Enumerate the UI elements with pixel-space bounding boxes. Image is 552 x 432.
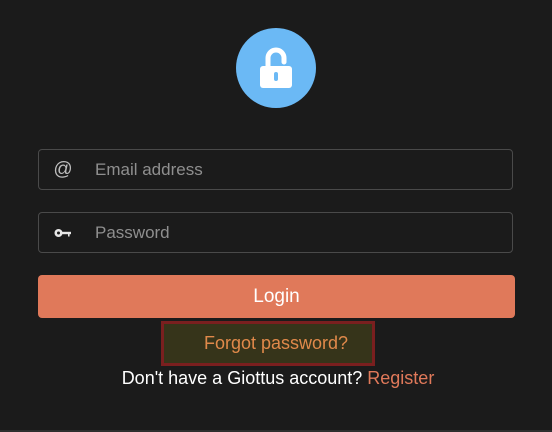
register-link[interactable]: Register	[367, 368, 434, 388]
lock-icon	[260, 47, 292, 88]
login-button[interactable]: Login	[38, 275, 515, 318]
forgot-password-highlight: Forgot password?	[161, 321, 375, 366]
register-prompt-text: Don't have a Giottus account?	[121, 368, 363, 388]
key-icon	[51, 213, 75, 252]
at-sign-icon: @	[53, 158, 73, 180]
forgot-password-link[interactable]: Forgot password?	[188, 333, 348, 354]
password-field[interactable]	[38, 212, 513, 253]
password-input[interactable]	[95, 213, 495, 252]
lock-logo	[236, 28, 316, 108]
register-prompt: Don't have a Giottus account? Register	[0, 368, 552, 389]
email-input[interactable]	[95, 150, 495, 189]
email-field[interactable]: @	[38, 149, 513, 190]
